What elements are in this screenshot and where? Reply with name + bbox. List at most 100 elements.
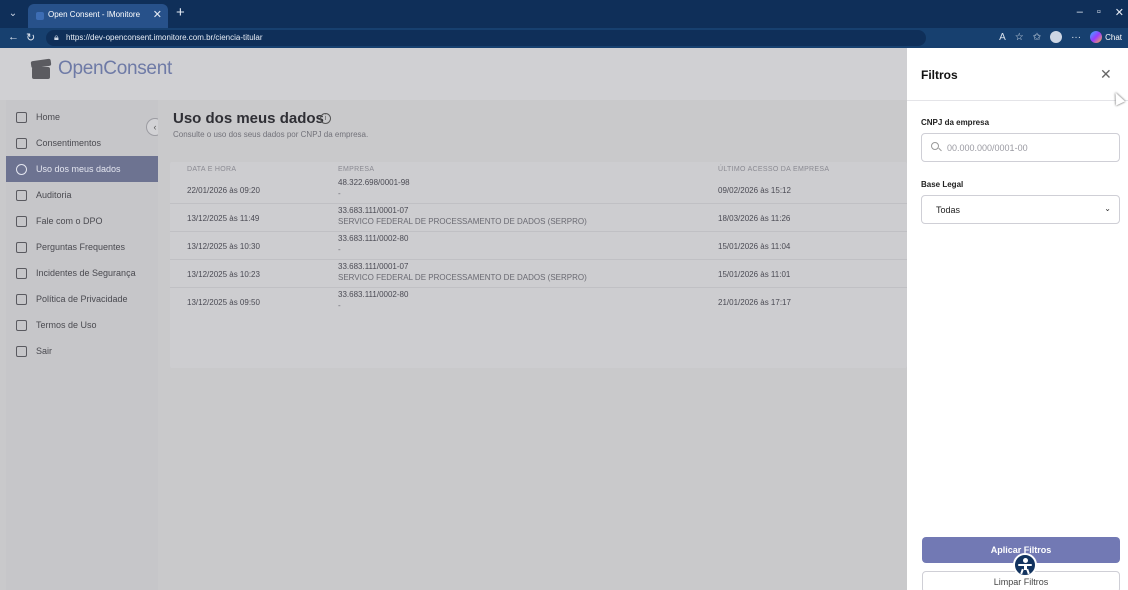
- cell-last-access: 15/01/2026 às 11:01: [718, 270, 791, 279]
- eye-icon: [16, 163, 27, 175]
- home-icon: [16, 111, 27, 123]
- sidebar-item-label: Incidentes de Segurança: [36, 268, 136, 278]
- cell-cnpj: 33.683.111/0002-80: [338, 234, 409, 243]
- browser-tab[interactable]: Open Consent - IMonitore ✕: [28, 4, 168, 28]
- profile-avatar[interactable]: [1050, 31, 1063, 43]
- sidebar-item-home[interactable]: Home: [6, 104, 158, 130]
- base-legal-value: Todas: [936, 205, 961, 215]
- cell-company: SERVICO FEDERAL DE PROCESSAMENTO DE DADO…: [338, 217, 587, 226]
- window-close-icon[interactable]: ✕: [1115, 6, 1124, 19]
- logo[interactable]: OpenConsent: [30, 58, 172, 80]
- cnpj-label: CNPJ da empresa: [921, 118, 990, 127]
- cell-date: 22/01/2026 às 09:20: [187, 186, 260, 195]
- sidebar-item-label: Política de Privacidade: [36, 294, 128, 304]
- back-arrow-icon[interactable]: ←: [8, 31, 19, 43]
- sidebar-item-label: Home: [36, 112, 61, 122]
- logout-icon: [16, 345, 27, 357]
- url-text: https://dev-openconsent.imonitore.com.br…: [66, 33, 263, 42]
- main-content: Uso dos meus dados i Consulte o uso dos …: [158, 100, 907, 590]
- sidebar-item-consentimentos[interactable]: Consentimentos: [6, 130, 158, 156]
- copilot-label: Chat: [1105, 32, 1122, 42]
- sidebar-item-label: Consentimentos: [36, 138, 102, 148]
- table-row[interactable]: 22/01/2026 às 09:20 48.322.698/0001-98 -…: [170, 176, 907, 204]
- favorites-icon[interactable]: ✩: [1033, 32, 1041, 43]
- copilot-icon: [1090, 31, 1103, 43]
- lock-icon: 🔒︎: [54, 32, 59, 42]
- sidebar-item-termos[interactable]: Termos de Uso: [6, 312, 158, 338]
- table-row[interactable]: 13/12/2025 às 11:49 33.683.111/0001-07 S…: [170, 204, 907, 232]
- column-header-last-access: ÚLTIMO ACESSO DA EMPRESA: [718, 166, 830, 173]
- new-tab-plus-icon[interactable]: +: [176, 4, 185, 21]
- restore-icon[interactable]: ▫: [1097, 6, 1101, 19]
- document-icon: [16, 137, 27, 149]
- logo-text: OpenConsent: [58, 58, 172, 79]
- clipboard-icon: [16, 189, 27, 201]
- drawer-divider: [907, 100, 1128, 101]
- page-title: Uso dos meus dados: [173, 110, 324, 127]
- browser-toolbar-icons: A ☆ ✩ ··· Chat: [999, 31, 1122, 43]
- sidebar-item-sair[interactable]: Sair: [6, 338, 158, 364]
- cell-company: -: [338, 189, 341, 198]
- usage-table: DATA E HORA EMPRESA ÚLTIMO ACESSO DA EMP…: [170, 162, 907, 368]
- sidebar-item-fale-com-dpo[interactable]: Fale com o DPO: [6, 208, 158, 234]
- tab-close-icon[interactable]: ✕: [153, 8, 162, 21]
- sidebar-item-label: Uso dos meus dados: [36, 164, 121, 174]
- sidebar-item-perguntas-frequentes[interactable]: Perguntas Frequentes: [6, 234, 158, 260]
- sidebar-item-label: Sair: [36, 346, 53, 356]
- more-icon[interactable]: ···: [1071, 32, 1081, 43]
- column-header-date: DATA E HORA: [187, 166, 237, 173]
- sidebar-item-politica[interactable]: Política de Privacidade: [6, 286, 158, 312]
- close-icon[interactable]: ✕: [1100, 66, 1112, 83]
- cell-last-access: 09/02/2026 às 15:12: [718, 186, 791, 195]
- tab-title: Open Consent - IMonitore: [48, 10, 141, 19]
- document-icon: [16, 215, 27, 227]
- address-bar: ← ↻ 🔒︎ https://dev-openconsent.imonitore…: [0, 28, 1128, 48]
- refresh-icon[interactable]: ↻: [26, 31, 35, 44]
- sidebar-item-label: Fale com o DPO: [36, 216, 103, 226]
- sidebar: Home Consentimentos Uso dos meus dados A…: [6, 100, 158, 590]
- page-overlay: OpenConsent Home Consentimentos Uso dos …: [0, 48, 907, 590]
- sidebar-item-label: Perguntas Frequentes: [36, 242, 126, 252]
- copilot-button[interactable]: Chat: [1090, 31, 1122, 43]
- shield-icon: [16, 293, 27, 305]
- cell-cnpj: 33.683.111/0002-80: [338, 290, 409, 299]
- filters-drawer: Filtros ✕ CNPJ da empresa 00.000.000/000…: [907, 48, 1128, 590]
- tab-menu-chevron-icon[interactable]: ⌄: [6, 7, 20, 21]
- sidebar-item-uso-dos-meus-dados[interactable]: Uso dos meus dados: [6, 156, 158, 182]
- base-legal-select[interactable]: Todas ⌄: [921, 195, 1120, 224]
- cnpj-search-input[interactable]: 00.000.000/0001-00: [921, 133, 1120, 162]
- cell-company: -: [338, 301, 341, 310]
- url-field[interactable]: 🔒︎ https://dev-openconsent.imonitore.com…: [46, 30, 926, 46]
- cell-cnpj: 33.683.111/0001-07: [338, 206, 409, 215]
- sidebar-item-auditoria[interactable]: Auditoria: [6, 182, 158, 208]
- cnpj-placeholder: 00.000.000/0001-00: [947, 143, 1028, 153]
- column-header-company: EMPRESA: [338, 166, 375, 173]
- window-controls: – ▫ ✕: [1077, 6, 1124, 19]
- cell-last-access: 18/03/2026 às 11:26: [718, 214, 791, 223]
- accessibility-icon[interactable]: [1013, 553, 1037, 577]
- logo-box-icon: [30, 58, 52, 80]
- table-row[interactable]: 13/12/2025 às 09:50 33.683.111/0002-80 -…: [170, 288, 907, 316]
- sidebar-item-label: Termos de Uso: [36, 320, 97, 330]
- table-row[interactable]: 13/12/2025 às 10:30 33.683.111/0002-80 -…: [170, 232, 907, 260]
- minimize-icon[interactable]: –: [1077, 6, 1083, 19]
- sidebar-item-label: Auditoria: [36, 190, 72, 200]
- read-aloud-icon[interactable]: A: [999, 32, 1006, 43]
- cell-date: 13/12/2025 às 11:49: [187, 214, 260, 223]
- browser-tabbar: ⌄ Open Consent - IMonitore ✕ + – ▫ ✕: [0, 0, 1128, 28]
- page-subtitle: Consulte o uso dos seus dados por CNPJ d…: [173, 130, 369, 139]
- warning-icon: [16, 267, 27, 279]
- cell-date: 13/12/2025 às 09:50: [187, 298, 260, 307]
- table-row[interactable]: 13/12/2025 às 10:23 33.683.111/0001-07 S…: [170, 260, 907, 288]
- star-icon[interactable]: ☆: [1015, 32, 1024, 43]
- cell-date: 13/12/2025 às 10:23: [187, 270, 260, 279]
- info-icon[interactable]: i: [320, 113, 331, 124]
- tab-favicon-icon: [36, 12, 44, 20]
- cell-last-access: 21/01/2026 às 17:17: [718, 298, 791, 307]
- cell-company: SERVICO FEDERAL DE PROCESSAMENTO DE DADO…: [338, 273, 587, 282]
- document-icon: [16, 319, 27, 331]
- chat-icon: [16, 241, 27, 253]
- sidebar-item-incidentes[interactable]: Incidentes de Segurança: [6, 260, 158, 286]
- cell-date: 13/12/2025 às 10:30: [187, 242, 260, 251]
- chevron-down-icon: ⌄: [1104, 204, 1111, 213]
